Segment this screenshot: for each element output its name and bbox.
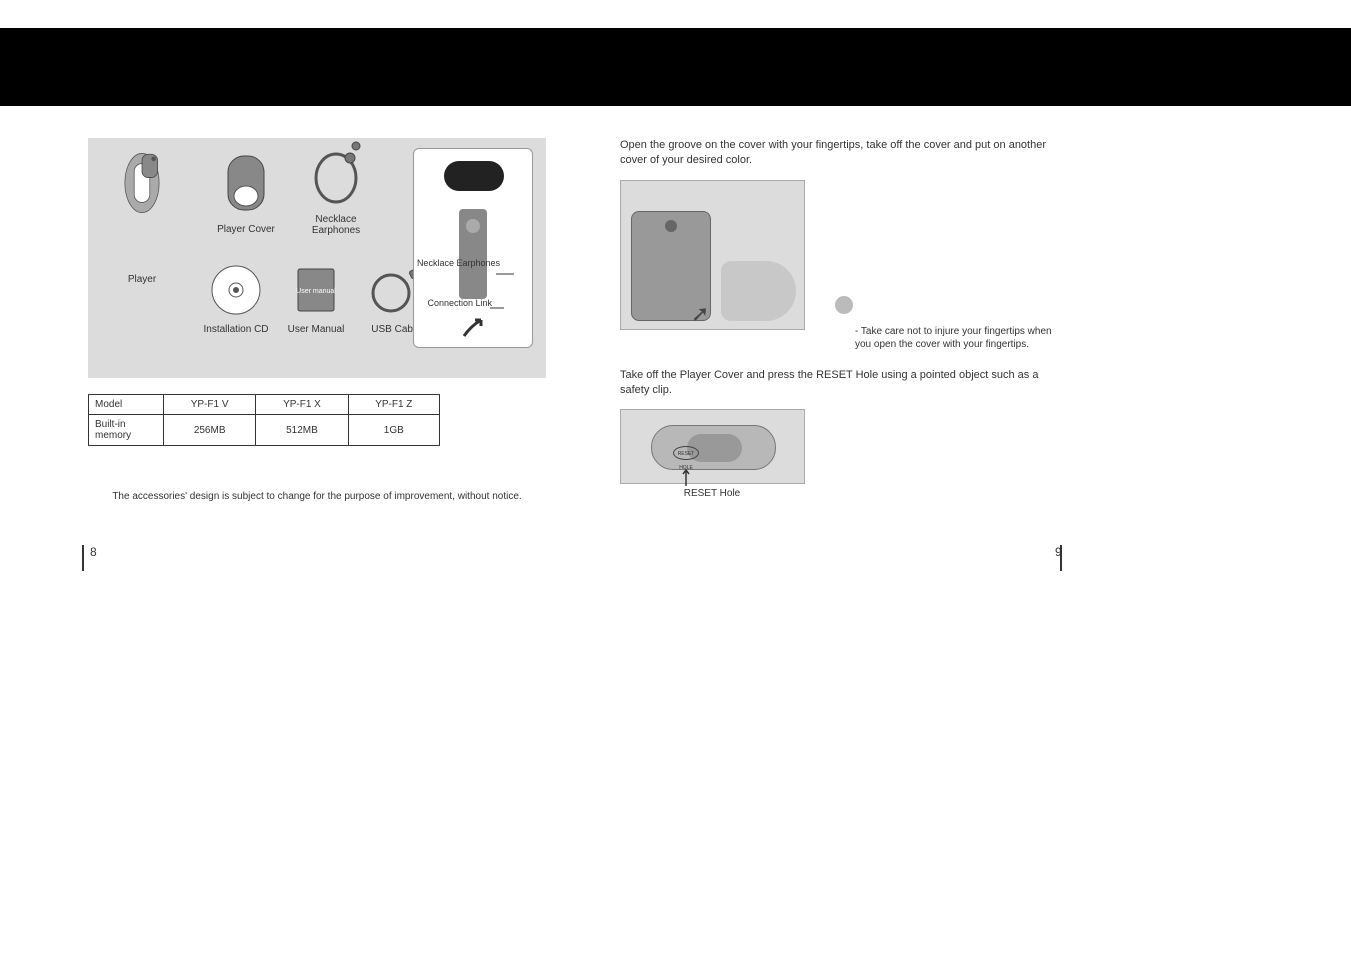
page-mark-right: [1060, 545, 1062, 571]
page-mark-left: [82, 545, 84, 571]
arrow-up-icon: [681, 468, 691, 488]
table-cell: YP-F1 Z: [348, 395, 439, 415]
necklace-earphones-icon: [306, 138, 366, 208]
fingertip-warning-note: - Take care not to injure your fingertip…: [855, 325, 1065, 351]
player-cover-icon: [216, 148, 276, 218]
arrow-icon: ➚: [691, 301, 709, 327]
connection-link-label: Connection Link: [427, 299, 492, 309]
reset-hole-label: RESET Hole: [662, 488, 762, 499]
table-row: Built-in memory 256MB 512MB 1GB: [89, 415, 440, 446]
accessory-necklace-earphones: Necklace Earphones: [296, 138, 376, 236]
model-table: Model YP-F1 V YP-F1 X YP-F1 Z Built-in m…: [88, 394, 440, 446]
cd-label: Installation CD: [196, 324, 276, 335]
table-cell: YP-F1 X: [256, 395, 348, 415]
accessory-necklace-assembly: Necklace Earphones Connection Link: [413, 148, 543, 348]
table-cell-label: Model: [89, 395, 164, 415]
player-cover-label: Player Cover: [206, 224, 286, 235]
table-cell: YP-F1 V: [164, 395, 256, 415]
accessory-player: Player: [102, 148, 182, 285]
right-page: Open the groove on the cover with your f…: [620, 138, 1060, 499]
page-mark-top-right: [1045, 108, 1047, 134]
accessories-panel: Player Player Cover: [88, 138, 546, 378]
note-bullet-icon: [835, 296, 853, 314]
left-page: Player Player Cover: [88, 138, 568, 502]
manual-label: User Manual: [276, 324, 356, 335]
table-cell: 512MB: [256, 415, 348, 446]
reset-illustration: RESET HOLE: [620, 409, 805, 484]
reset-instruction: Take off the Player Cover and press the …: [620, 368, 1060, 398]
cover-change-instruction: Open the groove on the cover with your f…: [620, 138, 1060, 168]
section-header-bar: [0, 28, 1351, 106]
table-row: Model YP-F1 V YP-F1 X YP-F1 Z: [89, 395, 440, 415]
page-mark-top-left: [97, 108, 99, 134]
svg-text:User manual: User manual: [296, 288, 336, 295]
accessory-player-cover: Player Cover: [206, 148, 286, 235]
device-shape: [651, 425, 776, 470]
reset-section: Take off the Player Cover and press the …: [620, 368, 1060, 500]
player-label: Player: [102, 274, 182, 285]
disclaimer-text: The accessories' design is subject to ch…: [88, 491, 546, 502]
table-cell: 256MB: [164, 415, 256, 446]
necklace-assembly-illustration: Necklace Earphones Connection Link: [413, 148, 533, 348]
accessory-installation-cd: Installation CD: [196, 263, 276, 335]
necklace-earphones-label: Necklace Earphones: [296, 214, 376, 236]
manual-icon: User manual: [286, 263, 346, 318]
player-icon: [112, 148, 172, 218]
page-number-left: 8: [90, 545, 97, 559]
table-cell-label: Built-in memory: [89, 415, 164, 446]
necklace-callout-label: Necklace Earphones: [417, 259, 500, 269]
table-cell: 1GB: [348, 415, 439, 446]
cd-icon: [206, 263, 266, 318]
hand-illustration: [721, 261, 796, 321]
cover-change-illustration: ➚: [620, 180, 805, 330]
arrow-icon: [459, 314, 489, 344]
accessory-user-manual: User manual User Manual: [276, 263, 356, 335]
